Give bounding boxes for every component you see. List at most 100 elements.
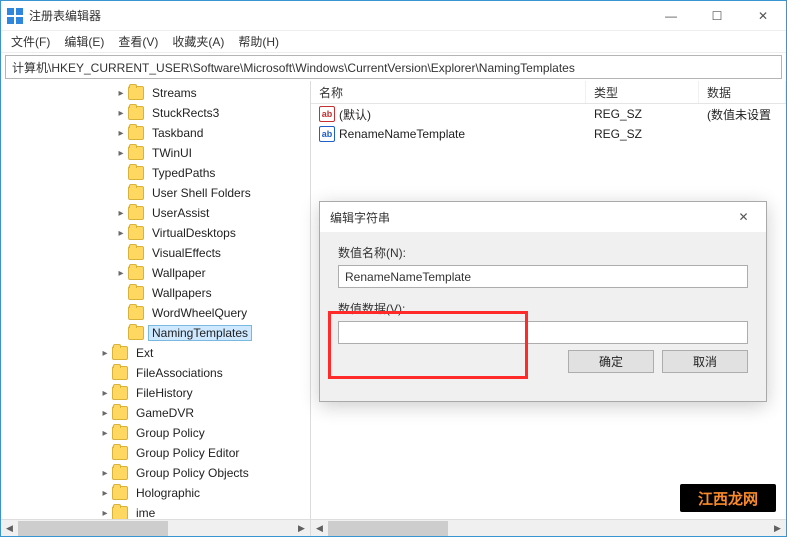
tree-scrollbar-h[interactable]: ◀ ▶	[1, 519, 310, 536]
folder-icon	[128, 266, 144, 280]
tree-node[interactable]: Taskband	[1, 123, 310, 143]
scroll-left-icon[interactable]: ◀	[1, 520, 18, 537]
folder-icon	[128, 206, 144, 220]
tree-node[interactable]: Group Policy	[1, 423, 310, 443]
tree-node[interactable]: NamingTemplates	[1, 323, 310, 343]
col-type[interactable]: 类型	[586, 81, 699, 103]
chevron-icon[interactable]	[98, 388, 112, 399]
folder-icon	[112, 446, 128, 460]
close-button[interactable]: ✕	[740, 1, 786, 31]
list-row[interactable]: ab(默认)REG_SZ(数值未设置	[311, 104, 786, 124]
value-name-label: 数值名称(N):	[338, 244, 748, 261]
value-data-label: 数值数据(V):	[338, 300, 748, 317]
chevron-icon[interactable]	[114, 148, 128, 159]
tree-node-label: VisualEffects	[148, 245, 225, 261]
tree-node[interactable]: User Shell Folders	[1, 183, 310, 203]
tree-node[interactable]: TWinUI	[1, 143, 310, 163]
tree-node-label: Ext	[132, 345, 157, 361]
chevron-icon[interactable]	[114, 228, 128, 239]
tree-node[interactable]: Ext	[1, 343, 310, 363]
menu-bar: 文件(F) 编辑(E) 查看(V) 收藏夹(A) 帮助(H)	[1, 31, 786, 53]
value-data: (数值未设置	[699, 105, 786, 124]
app-icon	[7, 8, 23, 24]
tree-node[interactable]: Group Policy Objects	[1, 463, 310, 483]
menu-help[interactable]: 帮助(H)	[232, 31, 285, 52]
col-name[interactable]: 名称	[311, 81, 586, 103]
string-value-icon: ab	[319, 126, 335, 142]
tree-node-label: GameDVR	[132, 405, 198, 421]
folder-icon	[112, 406, 128, 420]
tree-node[interactable]: VirtualDesktops	[1, 223, 310, 243]
folder-icon	[128, 306, 144, 320]
folder-icon	[128, 146, 144, 160]
address-bar[interactable]: 计算机\HKEY_CURRENT_USER\Software\Microsoft…	[5, 55, 782, 79]
chevron-icon[interactable]	[98, 428, 112, 439]
chevron-icon[interactable]	[98, 348, 112, 359]
folder-icon	[112, 386, 128, 400]
folder-icon	[128, 246, 144, 260]
value-type: REG_SZ	[586, 106, 699, 122]
value-name: RenameNameTemplate	[339, 127, 465, 141]
list-row[interactable]: ab RenameNameTemplate REG_SZ	[311, 124, 786, 144]
chevron-icon[interactable]	[98, 468, 112, 479]
chevron-icon[interactable]	[98, 508, 112, 519]
maximize-button[interactable]: ☐	[694, 1, 740, 31]
menu-favorites[interactable]: 收藏夹(A)	[166, 31, 230, 52]
dialog-close-button[interactable]: ✕	[721, 202, 766, 232]
chevron-icon[interactable]	[114, 128, 128, 139]
chevron-icon[interactable]	[114, 108, 128, 119]
folder-icon	[128, 286, 144, 300]
tree-node[interactable]: WordWheelQuery	[1, 303, 310, 323]
scroll-left-icon[interactable]: ◀	[311, 520, 328, 537]
tree-node[interactable]: TypedPaths	[1, 163, 310, 183]
chevron-icon[interactable]	[114, 268, 128, 279]
value-data	[699, 133, 786, 135]
folder-icon	[112, 366, 128, 380]
chevron-icon[interactable]	[98, 488, 112, 499]
menu-view[interactable]: 查看(V)	[112, 31, 164, 52]
value-data-input[interactable]	[338, 321, 748, 344]
tree-node[interactable]: Wallpaper	[1, 263, 310, 283]
chevron-icon[interactable]	[114, 208, 128, 219]
window-title: 注册表编辑器	[29, 7, 648, 24]
folder-icon	[128, 126, 144, 140]
cancel-button[interactable]: 取消	[662, 350, 748, 373]
tree-node[interactable]: Streams	[1, 83, 310, 103]
tree-list[interactable]: Streams StuckRects3TaskbandTWinUITypedPat…	[1, 81, 310, 536]
menu-file[interactable]: 文件(F)	[5, 31, 56, 52]
tree-node-label: Streams	[148, 85, 201, 101]
tree-node-label: VirtualDesktops	[148, 225, 240, 241]
value-name-input[interactable]	[338, 265, 748, 288]
tree-node[interactable]: Holographic	[1, 483, 310, 503]
scroll-track[interactable]	[328, 520, 769, 537]
list-header: 名称 类型 数据	[311, 81, 786, 104]
scroll-thumb[interactable]	[328, 521, 448, 536]
chevron-icon[interactable]	[98, 408, 112, 419]
tree-node[interactable]: StuckRects3	[1, 103, 310, 123]
tree-node-label: WordWheelQuery	[148, 305, 251, 321]
list-scrollbar-h[interactable]: ◀ ▶	[311, 519, 786, 536]
tree-node[interactable]: UserAssist	[1, 203, 310, 223]
tree-node-label: FileAssociations	[132, 365, 227, 381]
menu-edit[interactable]: 编辑(E)	[58, 31, 110, 52]
folder-icon	[112, 486, 128, 500]
scroll-track[interactable]	[18, 520, 293, 537]
tree-node-label: Group Policy Editor	[132, 445, 243, 461]
tree-node[interactable]: GameDVR	[1, 403, 310, 423]
dialog-title: 编辑字符串	[320, 202, 766, 232]
tree-node[interactable]: FileAssociations	[1, 363, 310, 383]
ok-button[interactable]: 确定	[568, 350, 654, 373]
list-body: ab(默认)REG_SZ(数值未设置ab RenameNameTemplate RE…	[311, 104, 786, 144]
minimize-button[interactable]: —	[648, 1, 694, 31]
value-type: REG_SZ	[586, 126, 699, 142]
tree-node[interactable]: Group Policy Editor	[1, 443, 310, 463]
scroll-right-icon[interactable]: ▶	[293, 520, 310, 537]
scroll-right-icon[interactable]: ▶	[769, 520, 786, 537]
edit-string-dialog: 编辑字符串 ✕ 数值名称(N): 数值数据(V): 确定 取消	[319, 201, 767, 402]
tree-node[interactable]: FileHistory	[1, 383, 310, 403]
tree-node[interactable]: Wallpapers	[1, 283, 310, 303]
tree-node[interactable]: VisualEffects	[1, 243, 310, 263]
scroll-thumb[interactable]	[18, 521, 168, 536]
chevron-icon[interactable]	[114, 88, 128, 99]
col-data[interactable]: 数据	[699, 81, 786, 103]
